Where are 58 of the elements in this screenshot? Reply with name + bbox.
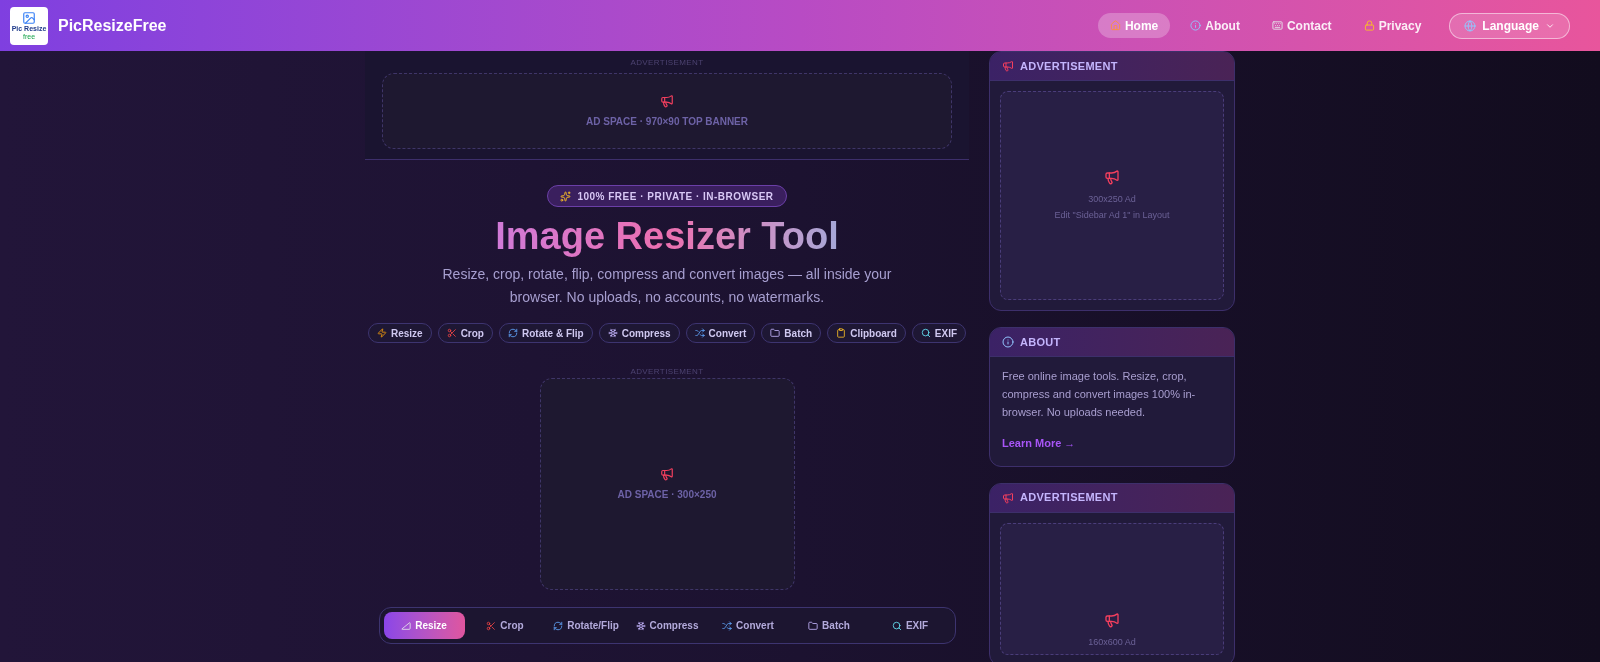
- ad-label: 160x600 Ad: [1088, 636, 1136, 649]
- tool-tab[interactable]: Compress: [626, 612, 708, 639]
- tool-chip[interactable]: Crop: [437, 323, 493, 343]
- rotate-icon: [553, 620, 564, 631]
- snowflake-icon: [607, 328, 618, 338]
- tool-chip[interactable]: Resize: [367, 323, 432, 343]
- megaphone-icon: [1104, 612, 1120, 628]
- globe-icon: [1464, 19, 1477, 32]
- scissors-icon: [446, 328, 457, 338]
- house-icon: [1109, 20, 1121, 31]
- lightning-icon: [376, 328, 387, 338]
- folder-icon: [770, 328, 781, 338]
- card-title: ABOUT: [1020, 334, 1061, 350]
- tool-tab[interactable]: Resize: [383, 612, 465, 639]
- brand-name: PicResizeFree: [58, 15, 167, 36]
- tool-tab[interactable]: EXIF: [869, 612, 951, 639]
- ad-caption: ADVERTISEMENT: [630, 366, 704, 378]
- page-subtitle: Resize, crop, rotate, flip, compress and convert images — all inside your browser. No uploads, no accounts, no watermarks.: [441, 265, 893, 307]
- hero-badge: 100% FREE · PRIVATE · IN-BROWSER: [547, 185, 787, 207]
- tool-tab[interactable]: Crop: [464, 612, 546, 639]
- tool-chip[interactable]: Convert: [685, 323, 756, 343]
- megaphone-icon: [660, 466, 674, 481]
- learn-more-link[interactable]: Learn More →: [1002, 435, 1222, 452]
- megaphone-icon: [1104, 169, 1120, 185]
- clipboard-icon: [836, 328, 847, 338]
- info-icon: [1002, 336, 1014, 348]
- megaphone-icon: [1002, 60, 1014, 72]
- ruler-icon: [401, 620, 412, 631]
- keyboard-icon: [1271, 20, 1283, 31]
- scissors-icon: [486, 620, 497, 631]
- tool-chip[interactable]: Rotate & Flip: [499, 323, 593, 343]
- lock-icon: [1363, 20, 1375, 31]
- megaphone-icon: [1002, 491, 1014, 504]
- info-icon: [1190, 20, 1202, 31]
- tool-chip[interactable]: Batch: [761, 323, 822, 343]
- tool-tab[interactable]: Batch: [788, 612, 870, 639]
- tool-chip[interactable]: Clipboard: [827, 323, 906, 343]
- shuffle-icon: [694, 328, 705, 338]
- card-title: ADVERTISEMENT: [1020, 58, 1118, 74]
- ad-caption: ADVERTISEMENT: [630, 57, 704, 69]
- image-icon: [22, 11, 36, 25]
- ad-label: AD SPACE · 300×250: [617, 487, 717, 502]
- tool-chip[interactable]: Compress: [598, 323, 680, 343]
- folder-icon: [808, 620, 819, 631]
- card-title: ADVERTISEMENT: [1020, 490, 1118, 506]
- tool-tab[interactable]: Rotate/Flip: [545, 612, 627, 639]
- tool-chip[interactable]: EXIF: [911, 323, 967, 343]
- snowflake-icon: [635, 620, 646, 631]
- megaphone-icon: [660, 93, 674, 108]
- search-icon: [891, 620, 902, 631]
- about-text: Free online image tools. Resize, crop, compress and convert images 100% in-browser. No uploads needed.: [1002, 369, 1197, 420]
- rotate-icon: [508, 328, 518, 338]
- search-icon: [920, 328, 931, 338]
- ad-label: AD SPACE · 970×90 TOP BANNER: [586, 114, 748, 129]
- tool-tab[interactable]: Convert: [707, 612, 789, 639]
- sparkles-icon: [560, 190, 572, 202]
- ad-label: 300x250 Ad: [1088, 193, 1136, 206]
- shuffle-icon: [722, 620, 733, 631]
